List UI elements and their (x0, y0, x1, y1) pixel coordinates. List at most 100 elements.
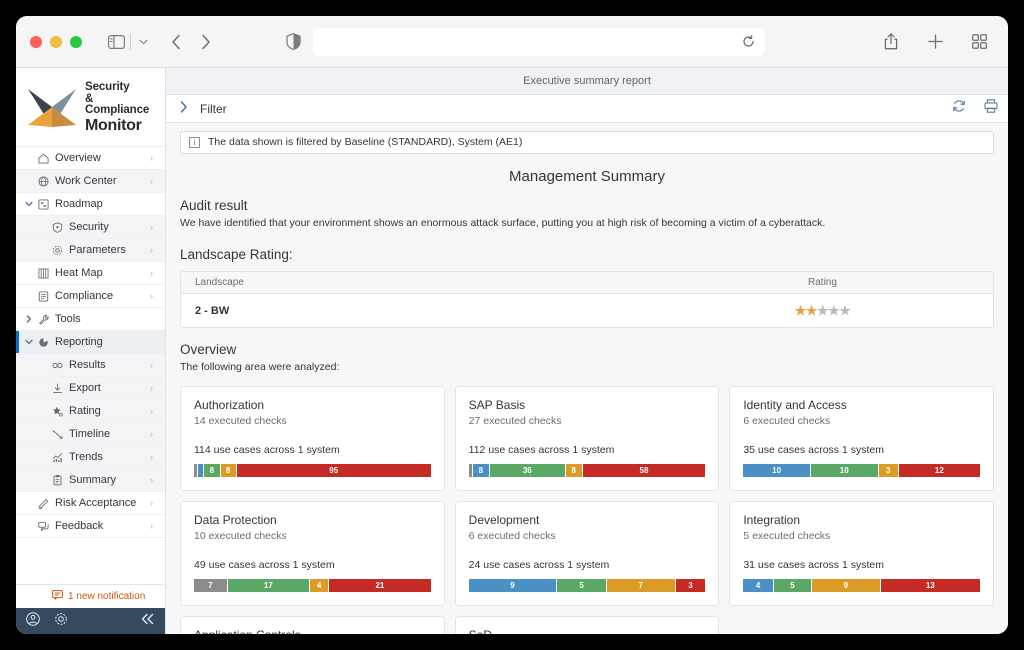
notification-banner[interactable]: 1 new notification (16, 584, 165, 608)
chevron-right-icon[interactable]: › (150, 475, 158, 485)
status-segment-green: 5 (773, 579, 812, 593)
sidebar-item-timeline[interactable]: Timeline › (16, 423, 165, 447)
sidebar-item-export[interactable]: Export › (16, 377, 165, 401)
sidebar-item-overview[interactable]: Overview › (16, 147, 165, 171)
reader-contrast-icon[interactable] (279, 29, 307, 55)
overview-card[interactable]: Application Controls2 executed checks (180, 616, 445, 634)
chevron-right-icon[interactable] (22, 315, 35, 324)
chevron-right-icon[interactable]: › (150, 406, 158, 416)
chevron-down-icon[interactable] (22, 339, 35, 345)
reload-icon[interactable] (742, 35, 755, 48)
download-icon (49, 383, 66, 394)
star-1-filled: ★ (794, 302, 807, 318)
status-segment-red: 58 (582, 464, 706, 478)
chevron-right-icon[interactable]: › (150, 268, 158, 278)
sidebar-item-label: Overview (55, 152, 101, 165)
chevron-right-icon[interactable]: › (150, 176, 158, 186)
overview-card[interactable]: Data Protection 10 executed checks 49 use … (180, 501, 445, 607)
landscape-rating-heading: Landscape Rating: (180, 247, 293, 263)
card-check-count: 10 executed checks (194, 530, 287, 543)
chevron-right-icon[interactable]: › (150, 521, 158, 531)
main-content: Executive summary report Filter i The da… (166, 68, 1008, 634)
landscape-name: 2 - BW (195, 304, 230, 317)
back-arrow-icon[interactable] (161, 29, 191, 55)
overview-card[interactable]: Identity and Access 6 executed checks 35 u… (729, 386, 994, 492)
close-window-button[interactable] (30, 35, 42, 48)
chevron-right-icon[interactable]: › (150, 153, 158, 163)
card-check-count: 6 executed checks (743, 415, 831, 428)
chevron-right-icon[interactable]: › (150, 383, 158, 393)
logo-text: Security & Compliance Monitor (85, 81, 155, 135)
card-title: SAP Basis (468, 398, 526, 413)
chevron-right-icon[interactable]: › (150, 498, 158, 508)
chevron-right-icon[interactable]: › (150, 291, 158, 301)
overview-card[interactable]: Development 6 executed checks 24 use cases… (454, 501, 720, 607)
print-icon[interactable] (984, 99, 998, 118)
sidebar-item-reporting[interactable]: Reporting (16, 331, 165, 355)
card-title: Application Controls (194, 628, 431, 634)
user-icon[interactable] (26, 611, 40, 631)
sidebar-item-feedback[interactable]: Feedback › (16, 515, 165, 539)
chevron-right-icon[interactable] (180, 101, 188, 116)
status-segment-orange: 7 (606, 579, 676, 593)
report-scroll-area[interactable]: Management Summary Audit result We have … (166, 154, 1008, 634)
sidebar-item-security[interactable]: Security › (16, 216, 165, 240)
star-4-empty: ★ (828, 302, 840, 318)
sidebar-item-roadmap[interactable]: Roadmap (16, 193, 165, 217)
chevron-right-icon[interactable]: › (150, 452, 158, 462)
overview-card-grid: Authorization 14 executed checks 114 use c… (180, 386, 994, 634)
overview-card[interactable]: Integration 5 executed checks 31 use cases… (729, 501, 994, 607)
landscape-rating-table: Landscape Rating 2 - BW ★ ★ ★ ★ ★ (180, 271, 994, 329)
tab-overview-icon[interactable] (968, 30, 990, 54)
wrench-icon (35, 314, 52, 325)
sidebar-item-tools[interactable]: Tools (16, 308, 165, 332)
table-row: 2 - BW ★ ★ ★ ★ ★ (181, 294, 993, 327)
address-bar[interactable] (313, 27, 765, 56)
status-segment-orange: 9 (812, 579, 881, 593)
card-status-bar: 10 10 3 12 (743, 464, 980, 478)
minimize-window-button[interactable] (50, 35, 62, 48)
sidebar-item-rating[interactable]: Rating › (16, 400, 165, 424)
chevron-right-icon[interactable]: › (150, 245, 158, 255)
overview-card[interactable]: SAP Basis 27 executed checks 112 use cases… (454, 386, 720, 492)
chevron-down-icon[interactable] (22, 201, 35, 207)
sidebar-item-work-center[interactable]: Work Center › (16, 170, 165, 194)
overview-card[interactable]: SoD1 executed check (454, 616, 720, 634)
status-segment-gray: 7 (194, 579, 228, 593)
star-rating: ★ ★ ★ ★ ★ (795, 303, 851, 319)
card-usecase-count: 31 use cases across 1 system (743, 559, 884, 572)
gear-icon[interactable] (54, 612, 68, 631)
filter-info-strip: i The data shown is filtered by Baseline… (180, 131, 994, 154)
chevron-right-icon[interactable]: › (150, 360, 158, 370)
sidebar-item-summary[interactable]: Summary › (16, 469, 165, 493)
logo-line-1: Security (85, 81, 130, 93)
forward-arrow-icon[interactable] (191, 29, 221, 55)
sidebar-toggle-icon[interactable] (104, 31, 128, 53)
sidebar-item-label: Risk Acceptance (55, 497, 137, 510)
filter-label[interactable]: Filter (200, 102, 227, 116)
status-segment-red: 12 (898, 464, 980, 478)
maximize-window-button[interactable] (70, 35, 82, 48)
sidebar-item-parameters[interactable]: Parameters › (16, 239, 165, 263)
overview-card[interactable]: Authorization 14 executed checks 114 use c… (180, 386, 445, 492)
sidebar-item-risk-acceptance[interactable]: Risk Acceptance › (16, 492, 165, 516)
app-logo: Security & Compliance Monitor (16, 68, 165, 148)
sidebar-item-trends[interactable]: Trends › (16, 446, 165, 470)
sidebar-item-results[interactable]: Results › (16, 354, 165, 378)
refresh-icon[interactable] (952, 99, 966, 118)
sidebar-item-compliance[interactable]: Compliance › (16, 285, 165, 309)
plus-icon[interactable] (924, 30, 946, 54)
chevron-right-icon[interactable]: › (150, 222, 158, 232)
logo-line-3: Monitor (85, 117, 142, 135)
chevron-down-icon[interactable] (135, 31, 151, 53)
chevron-right-icon[interactable]: › (150, 429, 158, 439)
sidebar-item-heat-map[interactable]: Heat Map › (16, 262, 165, 286)
summary-icon (49, 474, 66, 486)
share-icon[interactable] (880, 30, 902, 54)
star-3-empty: ★ (816, 302, 829, 318)
double-chevron-left-icon[interactable] (140, 612, 155, 630)
card-title: Integration (743, 513, 801, 528)
gear-icon (49, 245, 66, 256)
filter-bar: Filter (166, 95, 1008, 123)
card-status-bar: 4 5 9 13 (743, 579, 980, 593)
